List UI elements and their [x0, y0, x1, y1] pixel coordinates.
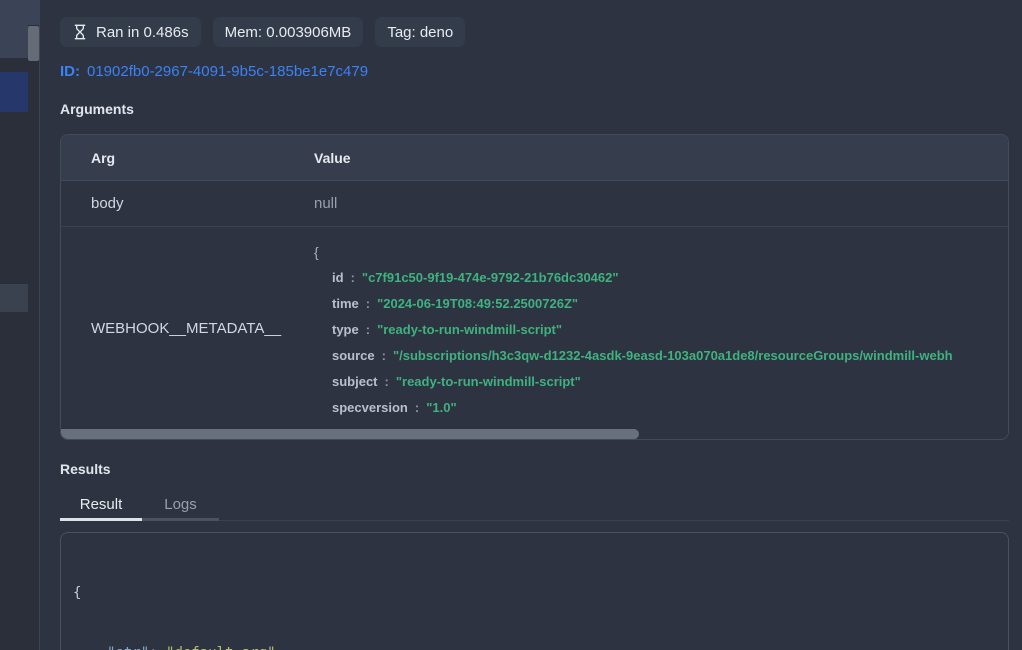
metadata-json-viewer: { id: "c7f91c50-9f19-474e-9792-21b76dc304… — [289, 227, 1008, 429]
table-row-body: body null — [61, 181, 1008, 227]
run-stats-row: Ran in 0.486s Mem: 0.003906MB Tag: deno — [60, 17, 1009, 47]
tag-badge: Tag: deno — [375, 17, 465, 47]
tab-result[interactable]: Result — [60, 491, 142, 521]
result-json-block: { "str": "default arg", "union": "Hello … — [60, 532, 1009, 650]
job-run-detail-panel: Ran in 0.486s Mem: 0.003906MB Tag: deno … — [40, 0, 1022, 650]
sidebar-item-selected[interactable] — [0, 72, 28, 112]
json-key: subject — [332, 374, 378, 389]
json-entry: source: "/subscriptions/h3c3qw-d1232-4asd… — [314, 343, 1008, 369]
json-colon: : — [415, 400, 419, 415]
json-value: "ready-to-run-windmill-script" — [396, 374, 581, 389]
code-string: "default arg" — [166, 645, 276, 650]
sidebar-item-top[interactable] — [0, 0, 40, 25]
tab-logs[interactable]: Logs — [142, 491, 219, 521]
json-open-brace: { — [314, 239, 1008, 265]
json-value: "ready-to-run-windmill-script" — [377, 322, 562, 337]
runtime-text: Ran in 0.486s — [96, 24, 189, 41]
code-key: "str" — [107, 645, 149, 650]
job-id-label: ID: — [60, 63, 80, 80]
code-comma: , — [276, 645, 284, 650]
json-colon: : — [385, 374, 389, 389]
json-entry: id: "c7f91c50-9f19-474e-9792-21b76dc30462… — [314, 265, 1008, 291]
runtime-badge: Ran in 0.486s — [60, 17, 201, 47]
column-header-value: Value — [289, 150, 1008, 166]
json-key: time — [332, 296, 359, 311]
left-sidebar — [0, 0, 40, 650]
json-colon: : — [351, 270, 355, 285]
json-colon: : — [366, 322, 370, 337]
json-colon: : — [382, 348, 386, 363]
arg-name: body — [61, 195, 289, 212]
arguments-table: Arg Value body null WEBHOOK__METADATA__ … — [60, 134, 1009, 440]
json-entry: specversion: "1.0" — [314, 395, 1008, 421]
code-colon: : — [149, 645, 166, 650]
json-value: "c7f91c50-9f19-474e-9792-21b76dc30462" — [362, 270, 619, 285]
table-row-webhook-metadata: WEBHOOK__METADATA__ { id: "c7f91c50-9f19-… — [61, 227, 1008, 429]
arguments-title: Arguments — [60, 101, 1009, 117]
json-value: "/subscriptions/h3c3qw-d1232-4asdk-9easd… — [393, 348, 953, 363]
results-tabs: Result Logs — [60, 491, 1009, 521]
code-line: "str": "default arg", — [73, 643, 996, 650]
job-id-link[interactable]: 01902fb0-2967-4091-9b5c-185be1e7c479 — [87, 63, 368, 80]
json-entry: type: "ready-to-run-windmill-script" — [314, 317, 1008, 343]
memory-badge: Mem: 0.003906MB — [213, 17, 364, 47]
hourglass-icon — [72, 24, 88, 40]
json-entry: time: "2024-06-19T08:49:52.2500726Z" — [314, 291, 1008, 317]
job-id-line: ID: 01902fb0-2967-4091-9b5c-185be1e7c479 — [60, 63, 1009, 80]
sidebar-item[interactable] — [0, 284, 28, 312]
table-horizontal-scrollbar — [61, 429, 1008, 439]
json-key: id — [332, 270, 344, 285]
json-key: type — [332, 322, 359, 337]
sidebar-scrollbar-thumb[interactable] — [28, 26, 39, 61]
arg-name: WEBHOOK__METADATA__ — [61, 227, 289, 429]
json-entry: subject: "ready-to-run-windmill-script" — [314, 369, 1008, 395]
arg-value-null: null — [289, 195, 1008, 212]
column-header-arg: Arg — [61, 150, 289, 166]
json-colon: : — [366, 296, 370, 311]
sidebar-item[interactable] — [0, 25, 28, 58]
arguments-table-header: Arg Value — [61, 135, 1008, 181]
json-value: "2024-06-19T08:49:52.2500726Z" — [377, 296, 578, 311]
json-key: specversion — [332, 400, 408, 415]
results-title: Results — [60, 461, 1009, 477]
json-value: "1.0" — [426, 400, 456, 415]
code-open-brace: { — [73, 583, 996, 603]
scrollbar-thumb[interactable] — [61, 429, 639, 439]
json-key: source — [332, 348, 375, 363]
